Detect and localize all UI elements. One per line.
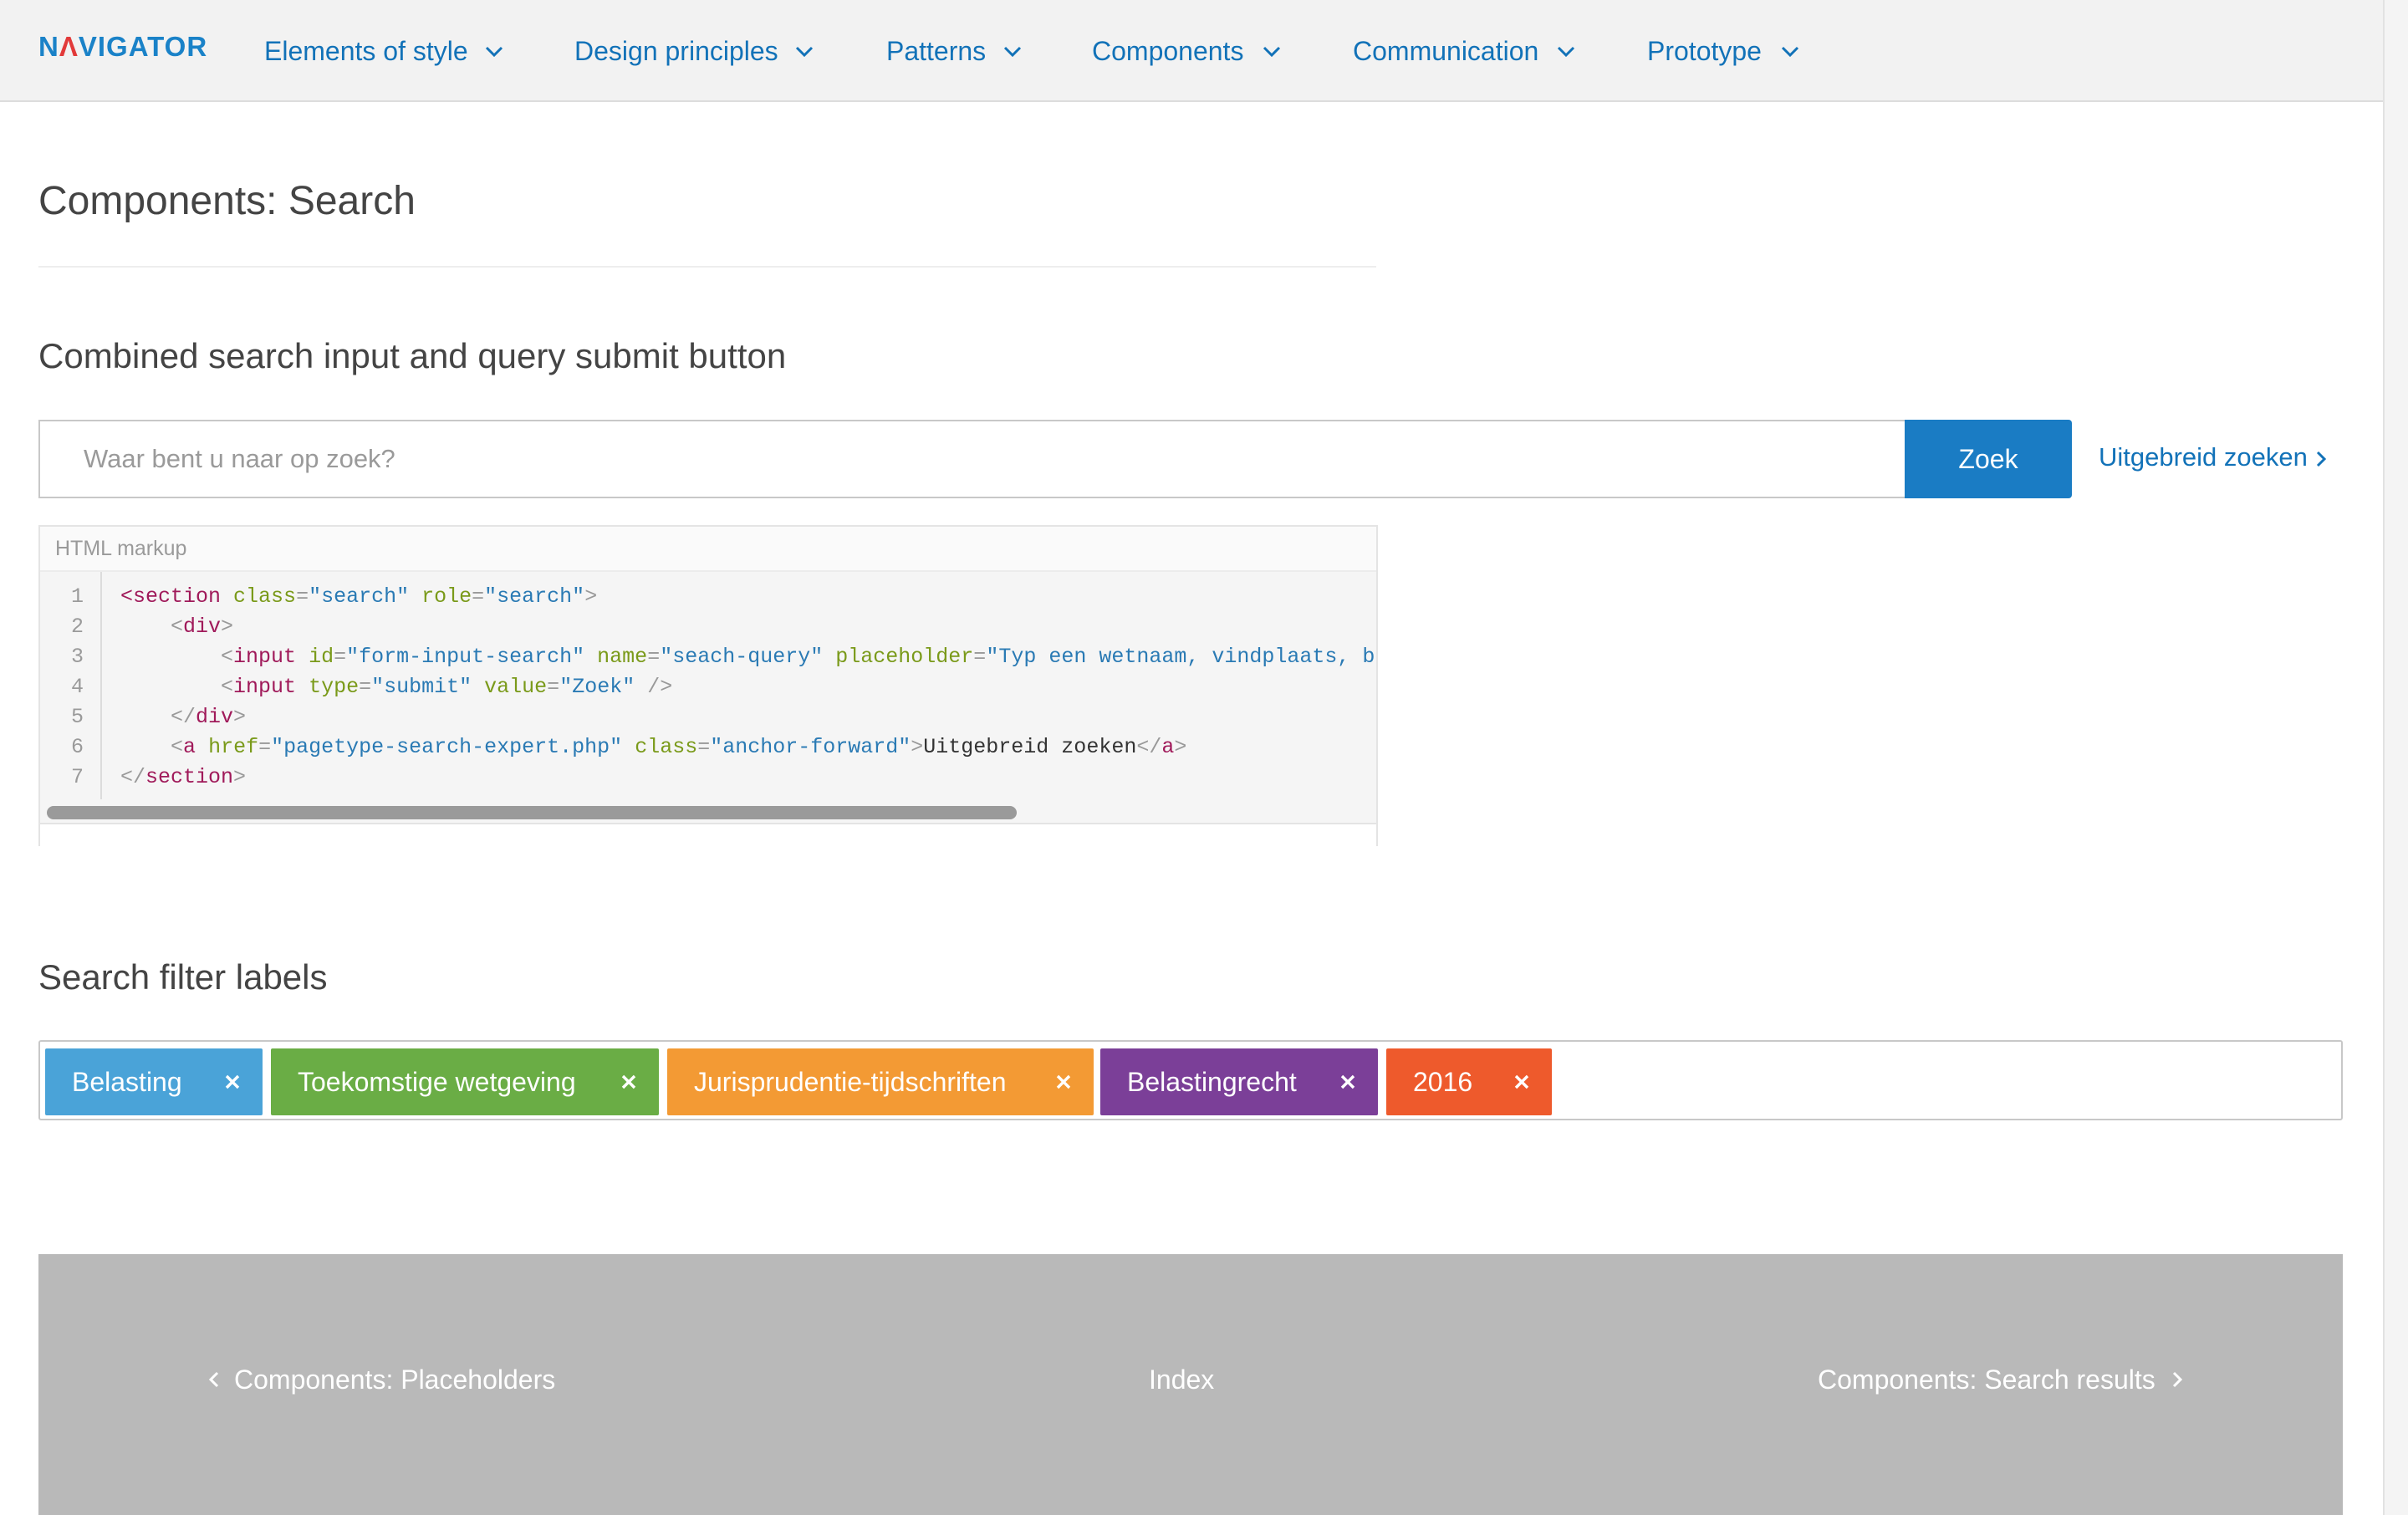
close-icon[interactable] — [1055, 1074, 1072, 1090]
chevron-down-icon — [1003, 46, 1022, 58]
line-number: 6 — [70, 735, 84, 759]
advanced-search-link[interactable]: Uitgebreid zoeken — [2099, 436, 2326, 478]
search-submit-button[interactable]: Zoek — [1905, 420, 2072, 498]
code-horizontal-scrollbar[interactable] — [40, 799, 1376, 823]
nav-item-components[interactable]: Components — [1092, 30, 1284, 72]
nav-item-prototype[interactable]: Prototype — [1647, 30, 1806, 72]
nav-item-elements-of-style[interactable]: Elements of style — [264, 30, 507, 72]
code-text: <input type="submit" value="Zoek" /> — [221, 675, 673, 699]
prev-page-link[interactable]: Components: Placeholders — [209, 1354, 555, 1405]
code-box-footer — [40, 823, 1376, 846]
code-box-header: HTML markup — [40, 527, 1376, 572]
search-input[interactable] — [38, 420, 1905, 498]
code-text: <input id="form-input-search" name="seac… — [221, 645, 1376, 669]
line-number: 7 — [70, 765, 84, 789]
page-scrollbar[interactable] — [2383, 0, 2408, 1515]
filter-label-2016: 2016 — [1386, 1048, 1552, 1115]
code-text: </div> — [171, 705, 247, 729]
code-sample-box: HTML markup 1 <section class="search" rol… — [38, 525, 1378, 846]
search-section-heading: Combined search input and query submit b… — [38, 336, 787, 375]
filter-label-belasting: Belasting — [45, 1048, 263, 1115]
nav-item-patterns[interactable]: Patterns — [886, 30, 1028, 72]
chevron-down-icon — [795, 46, 814, 58]
filter-label-toekomstige-wetgeving: Toekomstige wetgeving — [271, 1048, 659, 1115]
code-text: <section class="search" role="search"> — [120, 584, 598, 609]
page-title: Components: Search — [38, 179, 416, 223]
chevron-left-icon — [209, 1371, 219, 1388]
index-link[interactable]: Index — [1149, 1354, 1214, 1405]
title-divider — [38, 266, 1376, 268]
nav-item-communication[interactable]: Communication — [1353, 30, 1579, 72]
navigator-logo[interactable]: NΛVIGATOR — [38, 30, 207, 64]
chevron-down-icon — [1781, 46, 1799, 58]
line-number: 2 — [70, 615, 84, 639]
filter-label-belastingrecht: Belastingrecht — [1100, 1048, 1378, 1115]
code-text: <div> — [171, 615, 234, 639]
code-area[interactable]: 1 <section class="search" role="search"> 2… — [40, 572, 1376, 799]
line-number: 5 — [70, 705, 84, 729]
nav-item-design-principles[interactable]: Design principles — [574, 30, 817, 72]
line-number: 4 — [70, 675, 84, 699]
close-icon[interactable] — [1513, 1074, 1530, 1090]
filter-section-heading: Search filter labels — [38, 957, 328, 997]
chevron-down-icon — [1557, 46, 1575, 58]
chevron-right-icon — [2172, 1371, 2182, 1388]
code-scrollbar-thumb[interactable] — [47, 806, 1017, 819]
chevron-down-icon — [1263, 46, 1281, 58]
next-page-link[interactable]: Components: Search results — [1818, 1354, 2182, 1405]
close-icon[interactable] — [224, 1074, 241, 1090]
line-number: 1 — [70, 584, 84, 609]
line-number: 3 — [70, 645, 84, 669]
code-text: </section> — [120, 765, 247, 789]
top-navigation: NΛVIGATOR Elements of style Design princ… — [0, 0, 2383, 102]
footer-pager: Components: Placeholders Index Component… — [38, 1254, 2343, 1515]
close-icon[interactable] — [620, 1074, 637, 1090]
filter-label-jurisprudentie-tijdschriften: Jurisprudentie-tijdschriften — [667, 1048, 1094, 1115]
filter-labels-container: Belasting Toekomstige wetgeving Jurispru… — [38, 1040, 2343, 1120]
chevron-right-icon — [2316, 451, 2326, 467]
code-text: <a href="pagetype-search-expert.php" cla… — [171, 735, 1187, 759]
chevron-down-icon — [485, 46, 503, 58]
close-icon[interactable] — [1339, 1074, 1356, 1090]
